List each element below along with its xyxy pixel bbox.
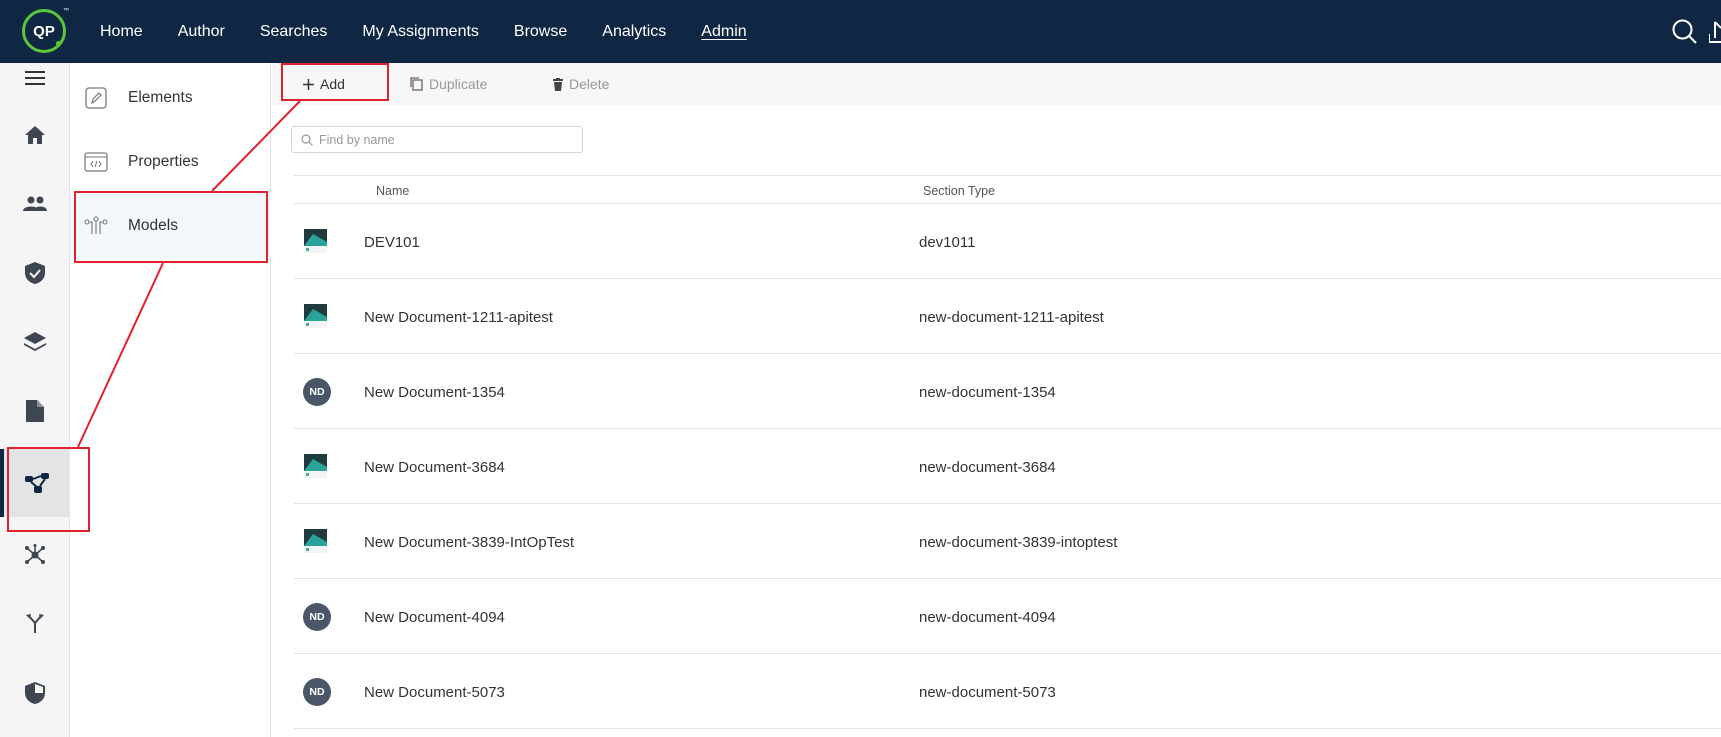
row-name: DEV101 [364,234,420,251]
avatar: ND [303,678,331,706]
row-name: New Document-3684 [364,459,505,476]
logo-text: QP [33,22,55,40]
network-icon [25,544,45,564]
nav-author[interactable]: Author [178,23,225,41]
column-header-section-type[interactable]: Section Type [923,184,995,198]
hierarchy-icon [25,473,49,493]
models-table: Name Section Type DEV101 dev1011 New Doc… [294,175,1721,729]
top-actions [1661,18,1721,46]
sidebar-models[interactable] [0,449,70,517]
table-row[interactable]: DEV101 dev1011 [294,204,1721,279]
delete-label: Delete [569,76,610,92]
nav-admin[interactable]: Admin [701,23,746,41]
sidebar-layers[interactable] [0,312,70,372]
document-thumbnail-icon [304,304,327,328]
row-name: New Document-1354 [364,384,505,401]
nav-searches[interactable]: Searches [260,23,328,41]
subnav-item-properties[interactable]: Properties [70,130,271,194]
plus-icon [303,78,314,90]
table-row[interactable]: ND New Document-1354 new-document-1354 [294,354,1721,429]
search-box [291,126,583,153]
row-section-type: dev1011 [919,234,976,251]
left-icon-sidebar [0,63,70,737]
sidebar-privacy[interactable] [0,663,70,723]
row-section-type: new-document-3839-intoptest [919,534,1118,551]
shield-check-icon [25,262,45,284]
subnav-item-elements[interactable]: Elements [70,66,271,130]
logo-dot [56,41,61,46]
nav-home[interactable]: Home [100,23,143,41]
search-input[interactable] [319,132,569,147]
home-icon [25,126,45,144]
admin-subnav: Elements Properties Models [70,63,271,737]
delete-button[interactable]: Delete [553,63,609,105]
add-label: Add [320,76,345,92]
hamburger-icon [25,71,45,85]
row-name: New Document-3839-IntOpTest [364,534,575,551]
models-icon [84,214,108,238]
row-name: New Document-4094 [364,609,505,626]
users-icon [23,196,47,211]
sidebar-security[interactable] [0,243,70,303]
table-row[interactable]: New Document-1211-apitest new-document-1… [294,279,1721,354]
row-section-type: new-document-1354 [919,384,1056,401]
table-row[interactable]: ND New Document-5073 new-document-5073 [294,654,1721,729]
duplicate-button[interactable]: Duplicate [410,63,487,105]
trash-icon [553,77,563,91]
avatar: ND [303,378,331,406]
top-navigation-bar: QP ™ Home Author Searches My Assignments… [0,0,1721,63]
column-header-name[interactable]: Name [376,184,409,198]
qp-logo[interactable]: QP ™ [22,8,69,53]
subnav-label: Properties [128,153,199,170]
add-button[interactable]: Add [303,63,345,105]
main-nav: Home Author Searches My Assignments Brow… [100,0,782,63]
document-thumbnail-icon [304,529,327,553]
table-row[interactable]: ND New Document-4094 new-document-4094 [294,579,1721,654]
menu-button[interactable] [0,54,70,102]
document-thumbnail-icon [304,229,327,253]
row-section-type: new-document-5073 [919,684,1056,701]
search-icon [301,133,313,146]
row-section-type: new-document-3684 [919,459,1056,476]
table-row[interactable]: New Document-3684 new-document-3684 [294,429,1721,504]
sidebar-home[interactable] [0,105,70,165]
sidebar-network[interactable] [0,525,70,585]
row-name: New Document-5073 [364,684,505,701]
row-section-type: new-document-1211-apitest [919,309,1104,326]
duplicate-label: Duplicate [429,76,488,92]
row-name: New Document-1211-apitest [364,309,553,326]
subnav-label: Elements [128,89,193,106]
code-window-icon [84,150,108,174]
shield-icon [25,682,45,704]
nav-browse[interactable]: Browse [514,23,567,41]
sidebar-workflow[interactable] [0,593,70,653]
copy-icon [410,77,423,91]
sidebar-users[interactable] [0,174,70,234]
document-thumbnail-icon [304,454,327,478]
sidebar-documents[interactable] [0,381,70,441]
fork-icon [26,614,44,633]
pencil-icon [84,86,108,110]
action-toolbar: Add Duplicate Delete [271,63,1721,105]
upload-icon[interactable] [1709,18,1721,46]
search-icon[interactable] [1671,18,1699,46]
table-header: Name Section Type [294,175,1721,204]
row-section-type: new-document-4094 [919,609,1056,626]
nav-my-assignments[interactable]: My Assignments [362,23,478,41]
avatar: ND [303,603,331,631]
table-row[interactable]: New Document-3839-IntOpTest new-document… [294,504,1721,579]
document-icon [26,400,44,422]
subnav-label: Models [128,217,178,234]
subnav-item-models[interactable]: Models [70,194,271,258]
nav-analytics[interactable]: Analytics [602,23,666,41]
layers-icon [24,332,46,351]
logo-trademark: ™ [63,8,69,14]
